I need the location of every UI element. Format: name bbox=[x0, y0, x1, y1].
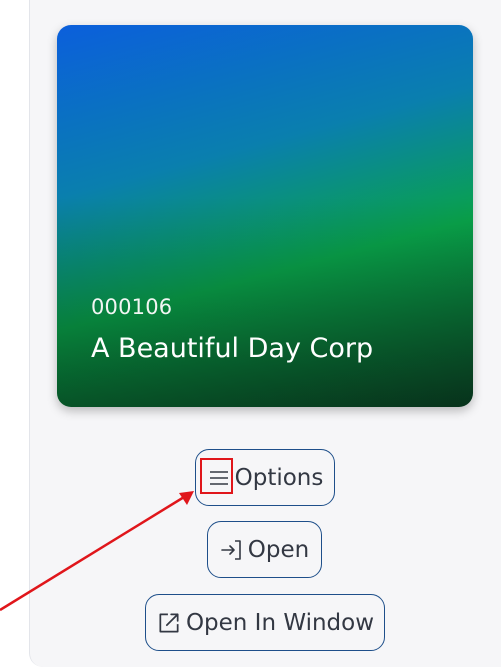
company-name: A Beautiful Day Corp bbox=[91, 333, 374, 364]
open-in-window-label: Open In Window bbox=[185, 609, 375, 636]
company-card[interactable]: 000106 A Beautiful Day Corp bbox=[57, 25, 473, 407]
company-id: 000106 bbox=[91, 295, 173, 319]
menu-icon bbox=[207, 466, 231, 490]
options-label: Options bbox=[234, 464, 324, 491]
external-link-icon bbox=[156, 610, 182, 636]
options-button[interactable]: Options bbox=[195, 449, 335, 506]
open-button[interactable]: Open bbox=[207, 521, 322, 578]
open-in-window-button[interactable]: Open In Window bbox=[145, 594, 385, 651]
open-label: Open bbox=[247, 536, 310, 563]
sign-in-icon bbox=[220, 538, 244, 562]
